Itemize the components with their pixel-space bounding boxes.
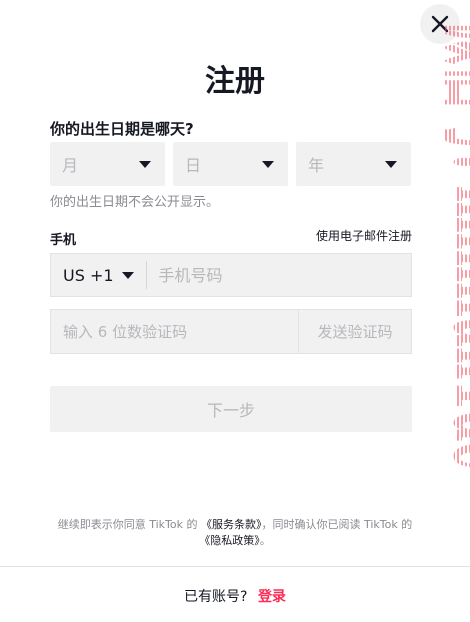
email-signup-link[interactable]: 使用电子邮件注册: [316, 227, 412, 244]
month-placeholder: 月: [62, 156, 79, 175]
footer: 已有账号? 登录: [0, 586, 470, 606]
caret-down-icon: [139, 160, 151, 168]
phone-label: 手机: [50, 233, 77, 248]
close-button[interactable]: [420, 4, 460, 44]
phone-input[interactable]: [146, 254, 411, 296]
month-select[interactable]: 月: [50, 142, 165, 186]
day-select[interactable]: 日: [173, 142, 288, 186]
caret-down-icon: [262, 160, 274, 168]
country-code-value: US +1: [63, 265, 114, 285]
send-code-button[interactable]: 发送验证码: [298, 310, 411, 353]
next-button[interactable]: 下一步: [50, 386, 412, 432]
login-link[interactable]: 登录: [258, 589, 286, 605]
country-code-select[interactable]: US +1: [51, 254, 146, 296]
code-input[interactable]: [51, 310, 298, 353]
terms-of-service-link[interactable]: 《服务条款》: [201, 518, 262, 531]
birthday-hint: 你的出生日期不会公开显示。: [50, 195, 220, 210]
day-placeholder: 日: [185, 156, 202, 175]
close-icon: [431, 15, 449, 33]
terms-prefix: 继续即表示你同意 TikTok 的: [57, 518, 198, 531]
terms-suffix: 。: [259, 534, 271, 547]
code-field: 发送验证码: [50, 309, 412, 354]
terms-text: 继续即表示你同意 TikTok 的 《服务条款》，同时确认你已阅读 TikTok…: [50, 517, 420, 549]
birthday-question: 你的出生日期是哪天?: [50, 120, 194, 138]
caret-down-icon: [121, 271, 134, 279]
privacy-policy-link[interactable]: 《隐私政策》: [199, 534, 260, 547]
phone-field: US +1: [50, 253, 412, 297]
terms-middle: ，同时确认你已阅读 TikTok 的: [261, 518, 413, 531]
year-select[interactable]: 年: [296, 142, 411, 186]
page-title: 注册: [205, 64, 265, 99]
have-account-text: 已有账号?: [184, 589, 248, 605]
footer-divider: [0, 566, 470, 567]
year-placeholder: 年: [308, 156, 325, 175]
caret-down-icon: [385, 160, 397, 168]
